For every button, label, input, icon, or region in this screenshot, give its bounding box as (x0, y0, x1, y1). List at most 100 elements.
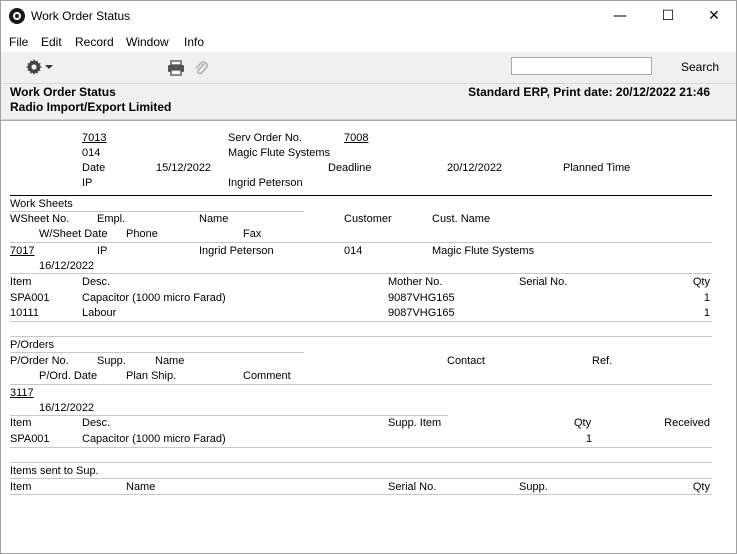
search-button[interactable]: Search (681, 60, 719, 74)
table-row-item: SPA001 (10, 433, 50, 445)
serial-no-header: Serial No. (519, 276, 568, 288)
person-code: IP (82, 177, 93, 189)
table-row-desc: Capacitor (1000 micro Farad) (82, 292, 226, 304)
report-header: Work Order Status Radio Import/Export Li… (1, 84, 736, 120)
divider (10, 273, 712, 274)
received-header: Received (664, 417, 710, 429)
table-row-item: 10111 (10, 307, 39, 319)
items-sent-section-label: Items sent to Sup. (10, 465, 99, 477)
name-header: Name (155, 355, 185, 367)
menu-bar: File Edit Record Window Info (1, 32, 736, 52)
divider (10, 494, 712, 495)
toolbar: Search (1, 52, 736, 84)
divider (10, 415, 448, 416)
table-row-qty: 1 (703, 292, 710, 304)
print-info: Standard ERP, Print date: 20/12/2022 21:… (468, 85, 710, 99)
customer-header: Customer (344, 213, 392, 225)
date-label: Date (82, 162, 106, 174)
qty-header: Qty (692, 481, 710, 493)
work-sheet-empl: IP (97, 245, 108, 257)
serial-no-header: Serial No. (388, 481, 437, 493)
name-header: Name (126, 481, 156, 493)
chevron-down-icon[interactable] (45, 65, 53, 69)
supp-header: Supp. (97, 355, 126, 367)
table-row-desc: Labour (82, 307, 117, 319)
work-sheet-name: Ingrid Peterson (199, 245, 274, 257)
porder-no-header: P/Order No. (10, 355, 69, 367)
qty-header: Qty (692, 276, 710, 288)
cust-name-header: Cust. Name (432, 213, 491, 225)
menu-window[interactable]: Window (126, 35, 169, 49)
name-header: Name (199, 213, 229, 225)
minimize-button[interactable]: — (597, 1, 643, 32)
desc-header: Desc. (82, 276, 111, 288)
customer-name: Magic Flute Systems (228, 147, 331, 159)
table-row-mother-no: 9087VHG165 (388, 307, 455, 319)
search-input[interactable] (511, 57, 652, 75)
report-title: Work Order Status (10, 85, 116, 99)
work-sheet-number-link[interactable]: 7017 (10, 245, 34, 257)
item-header: Item (10, 481, 32, 493)
mother-no-header: Mother No. (388, 276, 443, 288)
comment-header: Comment (243, 370, 291, 382)
menu-file[interactable]: File (9, 35, 28, 49)
section-divider (10, 195, 712, 196)
table-row-qty: 1 (703, 307, 710, 319)
porder-date: 16/12/2022 (39, 402, 95, 414)
work-sheet-customer: 014 (344, 245, 363, 257)
desc-header: Desc. (82, 417, 111, 429)
customer-code: 014 (82, 147, 101, 159)
porder-number-link[interactable]: 3117 (10, 387, 34, 399)
divider (10, 384, 712, 385)
work-order-number-link[interactable]: 7013 (82, 132, 106, 144)
serv-order-label: Serv Order No. (228, 132, 302, 144)
table-row-item: SPA001 (10, 292, 50, 304)
table-row-qty: 1 (586, 433, 593, 445)
divider (10, 462, 712, 463)
maximize-button[interactable]: ☐ (645, 1, 691, 32)
divider (10, 336, 712, 337)
deadline-value: 20/12/2022 (447, 162, 503, 174)
printer-icon[interactable] (167, 60, 185, 76)
table-row-desc: Capacitor (1000 micro Farad) (82, 433, 226, 445)
menu-edit[interactable]: Edit (41, 35, 62, 49)
supp-header: Supp. (519, 481, 548, 493)
window-title: Work Order Status (31, 9, 131, 23)
plan-ship-header: Plan Ship. (126, 370, 177, 382)
title-bar: Work Order Status — ☐ ✕ (1, 1, 736, 32)
supp-item-header: Supp. Item (388, 417, 442, 429)
ref-header: Ref. (592, 355, 613, 367)
divider (10, 321, 712, 322)
item-header: Item (10, 276, 32, 288)
phone-header: Phone (126, 228, 158, 240)
wsheet-no-header: WSheet No. (10, 213, 70, 225)
menu-record[interactable]: Record (75, 35, 114, 49)
work-sheet-cust-name: Magic Flute Systems (432, 245, 535, 257)
item-header: Item (10, 417, 32, 429)
menu-info[interactable]: Info (184, 35, 204, 49)
divider (10, 447, 712, 448)
divider (10, 352, 304, 353)
serv-order-number-link[interactable]: 7008 (344, 132, 368, 144)
date-value: 15/12/2022 (156, 162, 212, 174)
paperclip-icon[interactable] (194, 59, 208, 77)
divider (10, 478, 712, 479)
close-button[interactable]: ✕ (691, 1, 737, 32)
pord-date-header: P/Ord. Date (39, 370, 98, 382)
work-sheets-section-label: Work Sheets (10, 198, 73, 210)
contact-header: Contact (447, 355, 485, 367)
company-name: Radio Import/Export Limited (10, 100, 172, 114)
report-body: 7013 Serv Order No. 7008 014 Magic Flute… (1, 121, 736, 553)
table-row-mother-no: 9087VHG165 (388, 292, 455, 304)
fax-header: Fax (243, 228, 262, 240)
empl-header: Empl. (97, 213, 126, 225)
planned-time-label: Planned Time (563, 162, 631, 174)
deadline-label: Deadline (328, 162, 372, 174)
porders-section-label: P/Orders (10, 339, 55, 351)
gear-icon[interactable] (26, 59, 42, 75)
wsheet-date-header: W/Sheet Date (39, 228, 108, 240)
app-icon (9, 8, 25, 24)
work-order-status-window: Work Order Status — ☐ ✕ File Edit Record… (0, 0, 737, 554)
person-name: Ingrid Peterson (228, 177, 303, 189)
work-sheet-date: 16/12/2022 (39, 260, 95, 272)
